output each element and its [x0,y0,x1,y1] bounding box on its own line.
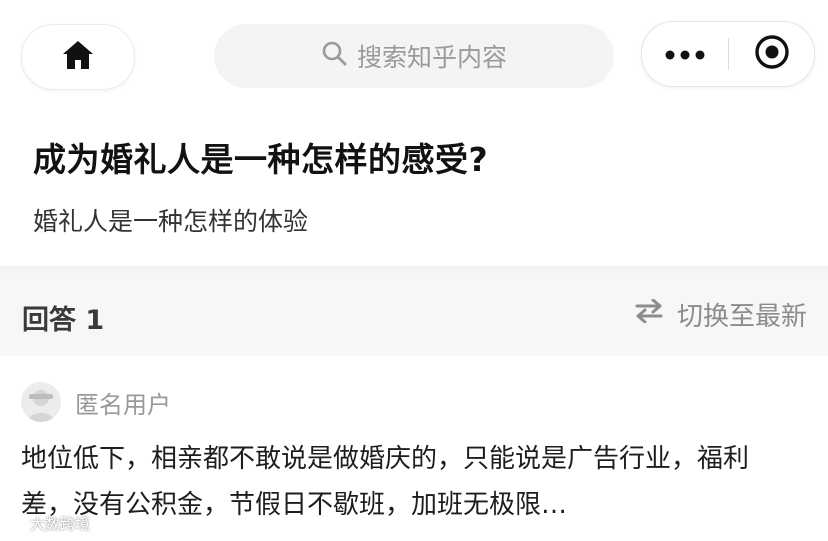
top-bar: 搜索知乎内容 [0,0,828,108]
swap-icon [635,298,663,330]
answer-author[interactable]: 匿名用户 [21,382,171,422]
anonymous-avatar-icon [21,382,61,422]
search-icon [321,40,347,72]
switch-sort-button[interactable]: 切换至最新 [635,296,807,333]
watermark-logo-icon [8,514,26,534]
answer-item[interactable]: 匿名用户 地位低下，相亲都不敢说是做婚庆的，只能说是广告行业，福利差，没有公积金… [0,356,828,541]
search-placeholder: 搜索知乎内容 [356,43,507,72]
watermark-text: 大数跨境 [30,515,91,533]
watermark: 大数跨境 [8,513,90,534]
section-divider [0,266,828,274]
answer-excerpt[interactable]: 地位低下，相亲都不敢说是做婚庆的，只能说是广告行业，福利差，没有公积金，节假日不… [21,436,781,528]
answers-count: 回答 1 [22,305,105,336]
home-button[interactable] [21,24,135,90]
close-miniprogram-icon [754,34,790,74]
close-miniprogram-button[interactable] [729,22,814,86]
switch-sort-label: 切换至最新 [676,302,807,332]
home-icon [61,39,95,75]
question-subtitle: 婚礼人是一种怎样的体验 [33,207,309,236]
question-title: 成为婚礼人是一种怎样的感受? [33,140,489,179]
author-name: 匿名用户 [75,390,171,419]
more-dots-icon [665,45,705,64]
miniprogram-capsule [641,21,815,87]
more-button[interactable] [642,22,728,86]
search-input[interactable]: 搜索知乎内容 [214,24,614,88]
answers-header: 回答 1 切换至最新 [0,274,828,356]
